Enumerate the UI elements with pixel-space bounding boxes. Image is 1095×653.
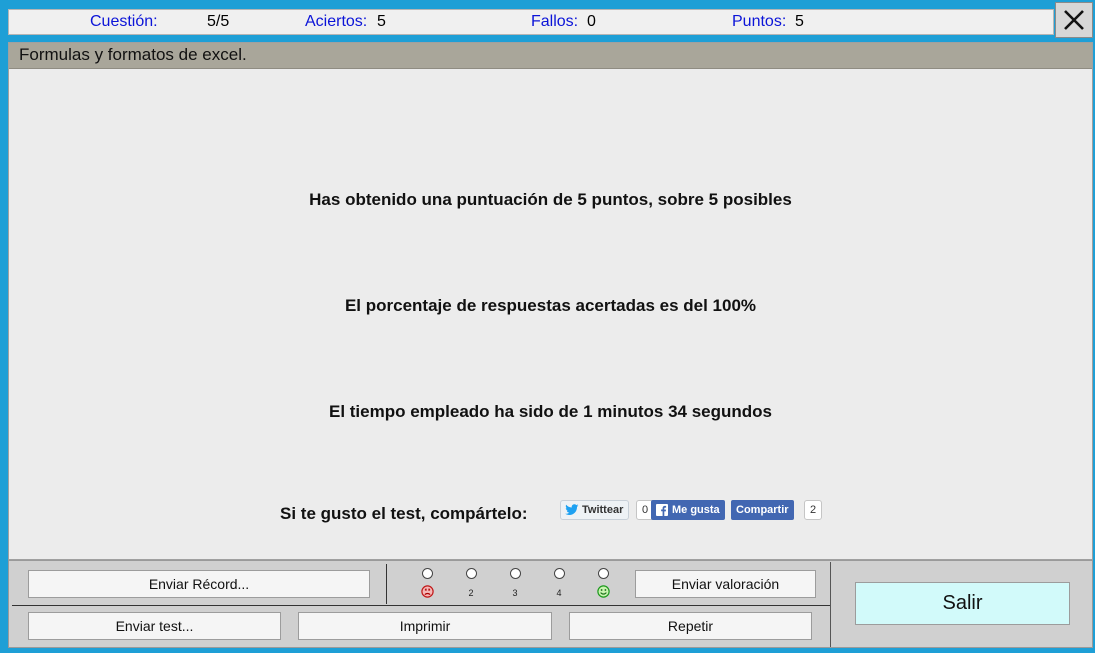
repeat-button[interactable]: Repetir	[569, 612, 812, 640]
rating-radio-5[interactable]	[598, 568, 609, 579]
divider-horizontal	[12, 605, 830, 606]
print-button[interactable]: Imprimir	[298, 612, 552, 640]
action-bar: Enviar Récord... 2 3 4 Enviar valoración…	[8, 560, 1093, 648]
sad-face-icon	[421, 585, 434, 598]
puntos-value: 5	[795, 13, 804, 30]
fallos-value: 0	[587, 13, 596, 30]
send-record-button[interactable]: Enviar Récord...	[28, 570, 370, 598]
divider-right	[830, 562, 831, 647]
facebook-like-button[interactable]: Me gusta	[651, 500, 725, 520]
send-rating-button[interactable]: Enviar valoración	[635, 570, 816, 598]
twitter-bird-icon	[565, 504, 579, 515]
rating-radio-2[interactable]	[466, 568, 477, 579]
share-count: 2	[804, 500, 823, 520]
twitter-button[interactable]: Twittear	[560, 500, 630, 520]
like-label: Me gusta	[672, 504, 720, 516]
happy-face-icon	[597, 585, 610, 598]
time-line: El tiempo empleado ha sido de 1 minutos …	[328, 402, 773, 421]
share-label: Si te gusto el test, compártelo:	[280, 504, 528, 523]
score-line: Has obtenido una puntuación de 5 puntos,…	[309, 190, 792, 209]
fallos-label: Fallos:	[531, 13, 579, 30]
puntos-label: Puntos:	[732, 13, 787, 30]
test-title: Formulas y formatos de excel.	[9, 43, 1092, 69]
rating-radio-1[interactable]	[422, 568, 433, 579]
rating-label-2: 2	[468, 588, 474, 598]
facebook-icon	[656, 504, 668, 516]
aciertos-label: Aciertos:	[305, 13, 368, 30]
aciertos-value: 5	[377, 13, 386, 30]
close-icon	[1064, 10, 1084, 30]
divider-vertical	[386, 564, 387, 604]
twitter-label: Twittear	[582, 504, 624, 516]
stats-bar: Cuestión: 5/5 Aciertos: 5 Fallos: 0 Punt…	[8, 9, 1054, 35]
close-button[interactable]	[1055, 2, 1093, 38]
results-panel: Formulas y formatos de excel. Has obteni…	[8, 42, 1093, 560]
rating-radio-3[interactable]	[510, 568, 521, 579]
rating-radio-4[interactable]	[554, 568, 565, 579]
cuestion-label: Cuestión:	[90, 13, 158, 30]
rating-label-3: 3	[512, 588, 518, 598]
share-button-label: Compartir	[736, 504, 789, 516]
percent-line: El porcentaje de respuestas acertadas es…	[344, 296, 757, 315]
exit-button[interactable]: Salir	[855, 582, 1070, 625]
facebook-share-button[interactable]: Compartir	[731, 500, 794, 520]
rating-label-4: 4	[556, 588, 562, 598]
cuestion-value: 5/5	[207, 13, 230, 30]
send-test-button[interactable]: Enviar test...	[28, 612, 281, 640]
